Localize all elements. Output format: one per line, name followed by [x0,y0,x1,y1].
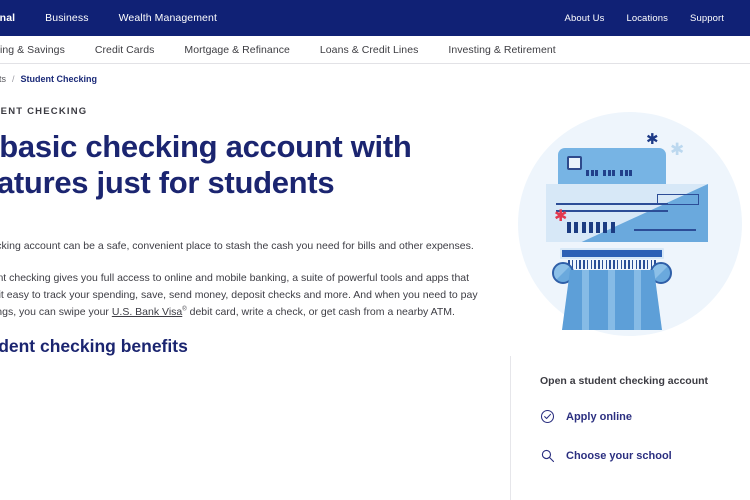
primary-navigation-bar: Personal Business Wealth Management Abou… [0,0,750,36]
breadcrumb: accounts / Student Checking [0,64,750,94]
choose-your-school-link[interactable]: Choose your school [540,448,750,463]
breadcrumb-parent-link[interactable]: accounts [0,74,6,84]
nav-item-business[interactable]: Business [45,1,88,35]
check-diagonal-accent [581,184,708,242]
nav-item-personal-label: Personal [0,12,16,24]
paper-check-icon [546,184,708,242]
check-line-1 [556,203,668,205]
us-bank-visa-link[interactable]: U.S. Bank Visa [112,306,182,318]
rail-title: Open a student checking account [540,375,709,387]
sparkle-navy-icon: ✱ [646,130,659,148]
nav-item-support[interactable]: Support [690,2,724,35]
column-fluting [568,260,656,269]
breadcrumb-separator: / [12,74,15,84]
subnav-item-credit-cards[interactable]: Credit Cards [95,44,155,56]
primary-nav-right-group: About Us Locations Support [565,2,724,35]
subnav-item-loans-credit-lines[interactable]: Loans & Credit Lines [320,44,418,56]
nav-item-business-label: Business [45,12,89,24]
subnav-item-investing-retirement[interactable]: Investing & Retirement [448,44,555,56]
rail-divider [510,356,511,500]
nav-item-personal[interactable]: Personal [0,1,15,35]
hero-eyebrow: STUDENT CHECKING [0,106,88,117]
sparkle-red-icon: ✱ [554,206,568,225]
nav-item-wealth-management-label: Wealth Management [118,12,217,24]
column-shaft [562,270,662,330]
check-routing-numbers [567,222,615,233]
features-paragraph: Student checking gives you full access t… [0,270,486,321]
choose-your-school-label: Choose your school [566,449,672,462]
subnav-item-loans-credit-lines-label: Loans & Credit Lines [319,43,419,56]
open-account-rail: Open a student checking account Apply on… [540,375,750,487]
nav-item-wealth-management[interactable]: Wealth Management [119,1,217,35]
subnav-item-checking-savings[interactable]: Checking & Savings [0,44,65,56]
subnav-item-credit-cards-label: Credit Cards [94,43,155,56]
nav-item-about-us[interactable]: About Us [565,2,605,35]
nav-item-locations-label: Locations [626,12,669,24]
subnav-item-mortgage-refinance-label: Mortgage & Refinance [184,43,290,56]
check-line-3 [634,229,696,231]
check-line-2 [556,210,668,212]
hero-text-block: STUDENT CHECKING A basic checking accoun… [0,106,490,200]
benefits-section-title: Student checking benefits [0,336,188,357]
nav-item-about-us-label: About Us [564,12,605,24]
nav-item-support-label: Support [690,12,724,24]
card-number-dots [586,170,632,176]
page-title: A basic checking account with features j… [0,129,412,200]
nav-item-locations[interactable]: Locations [626,2,668,35]
primary-nav-left-group: Personal Business Wealth Management [0,1,217,35]
search-icon [540,448,555,463]
subnav-item-investing-retirement-label: Investing & Retirement [448,43,556,56]
intro-paragraph: A checking account can be a safe, conven… [0,240,474,253]
secondary-navigation-bar: Checking & Savings Credit Cards Mortgage… [0,36,750,64]
subnav-item-mortgage-refinance[interactable]: Mortgage & Refinance [184,44,289,56]
check-circle-icon [540,409,555,424]
breadcrumb-current-page: Student Checking [20,74,98,84]
subnav-item-checking-savings-label: Checking & Savings [0,43,65,56]
card-chip-icon [567,156,582,170]
hero-illustration: ✱ ✱ ✱ [518,112,742,336]
check-amount-box [657,194,699,205]
body-content: A checking account can be a safe, conven… [0,200,495,357]
apply-online-label: Apply online [566,410,632,423]
features-paragraph-text-2: debit card, write a check, or get cash f… [186,306,455,319]
column-capital [560,248,664,259]
apply-online-link[interactable]: Apply online [540,409,750,424]
sparkle-pale-icon: ✱ [670,140,685,160]
